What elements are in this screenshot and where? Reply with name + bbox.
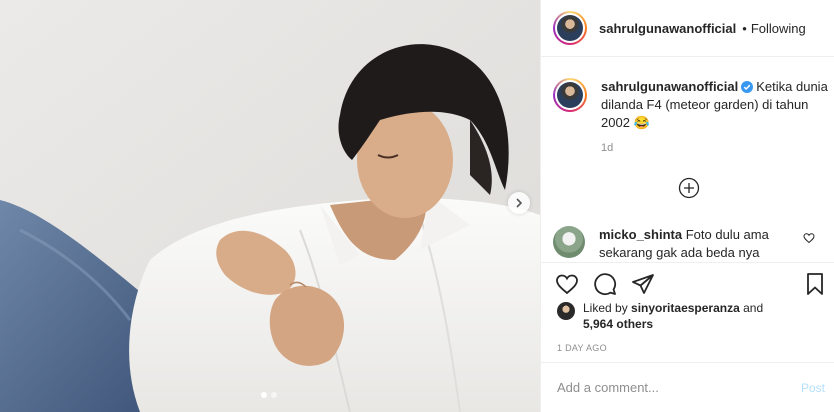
share-icon (632, 273, 654, 294)
carousel-dot (271, 392, 277, 398)
liker-avatar[interactable] (557, 302, 575, 320)
share-button[interactable] (631, 272, 655, 296)
commenter-avatar[interactable] (553, 226, 585, 258)
following-button[interactable]: Following (751, 21, 806, 36)
post-actions (541, 262, 834, 304)
save-button[interactable] (803, 272, 827, 299)
carousel-indicator (261, 392, 277, 398)
post-header: sahrulgunawanofficial • Following (541, 0, 834, 57)
comment-text-block: micko_shinta Foto dulu ama sekarang gak … (599, 226, 795, 260)
post-photo (0, 0, 540, 412)
separator-dot: • (742, 20, 747, 36)
plus-circle-icon[interactable] (677, 176, 701, 200)
comment-button[interactable] (593, 272, 617, 296)
bookmark-icon (807, 273, 823, 295)
comment-composer: Post (541, 362, 834, 412)
post-comment-button[interactable]: Post (801, 381, 825, 395)
likes-others-link[interactable]: 5,964 others (583, 317, 653, 331)
post-date[interactable]: 1 DAY AGO (557, 343, 607, 353)
comment-input[interactable] (557, 380, 801, 395)
caption-timestamp: 1d (601, 142, 614, 154)
carousel-next-button[interactable] (508, 192, 530, 214)
comment-like-icon[interactable] (803, 232, 815, 244)
liker-username[interactable]: sinyoritaesperanza (631, 301, 740, 315)
author-avatar[interactable] (553, 11, 587, 45)
chevron-right-icon (516, 198, 523, 208)
comment-username[interactable]: micko_shinta (599, 227, 682, 242)
carousel-dot (261, 392, 267, 398)
caption-avatar[interactable] (553, 78, 587, 112)
likes-prefix: Liked by (583, 301, 628, 315)
comment-icon (594, 272, 617, 295)
heart-icon (556, 274, 578, 294)
likes-text: Liked by sinyoritaesperanza and 5,964 ot… (583, 300, 783, 332)
post-caption: sahrulgunawanofficial Ketika dunia diland… (553, 78, 829, 132)
likes-summary: Liked by sinyoritaesperanza and 5,964 ot… (557, 300, 783, 332)
caption-text-block: sahrulgunawanofficial Ketika dunia diland… (601, 78, 829, 132)
author-username[interactable]: sahrulgunawanofficial (599, 21, 736, 36)
like-button[interactable] (555, 272, 579, 296)
verified-badge-icon (741, 81, 754, 93)
post-media (0, 0, 540, 412)
caption-username[interactable]: sahrulgunawanofficial (601, 79, 738, 94)
post-sidebar: sahrulgunawanofficial • Following sahrul… (540, 0, 834, 412)
comment-item: micko_shinta Foto dulu ama sekarang gak … (553, 226, 829, 260)
likes-joiner: and (743, 301, 764, 315)
